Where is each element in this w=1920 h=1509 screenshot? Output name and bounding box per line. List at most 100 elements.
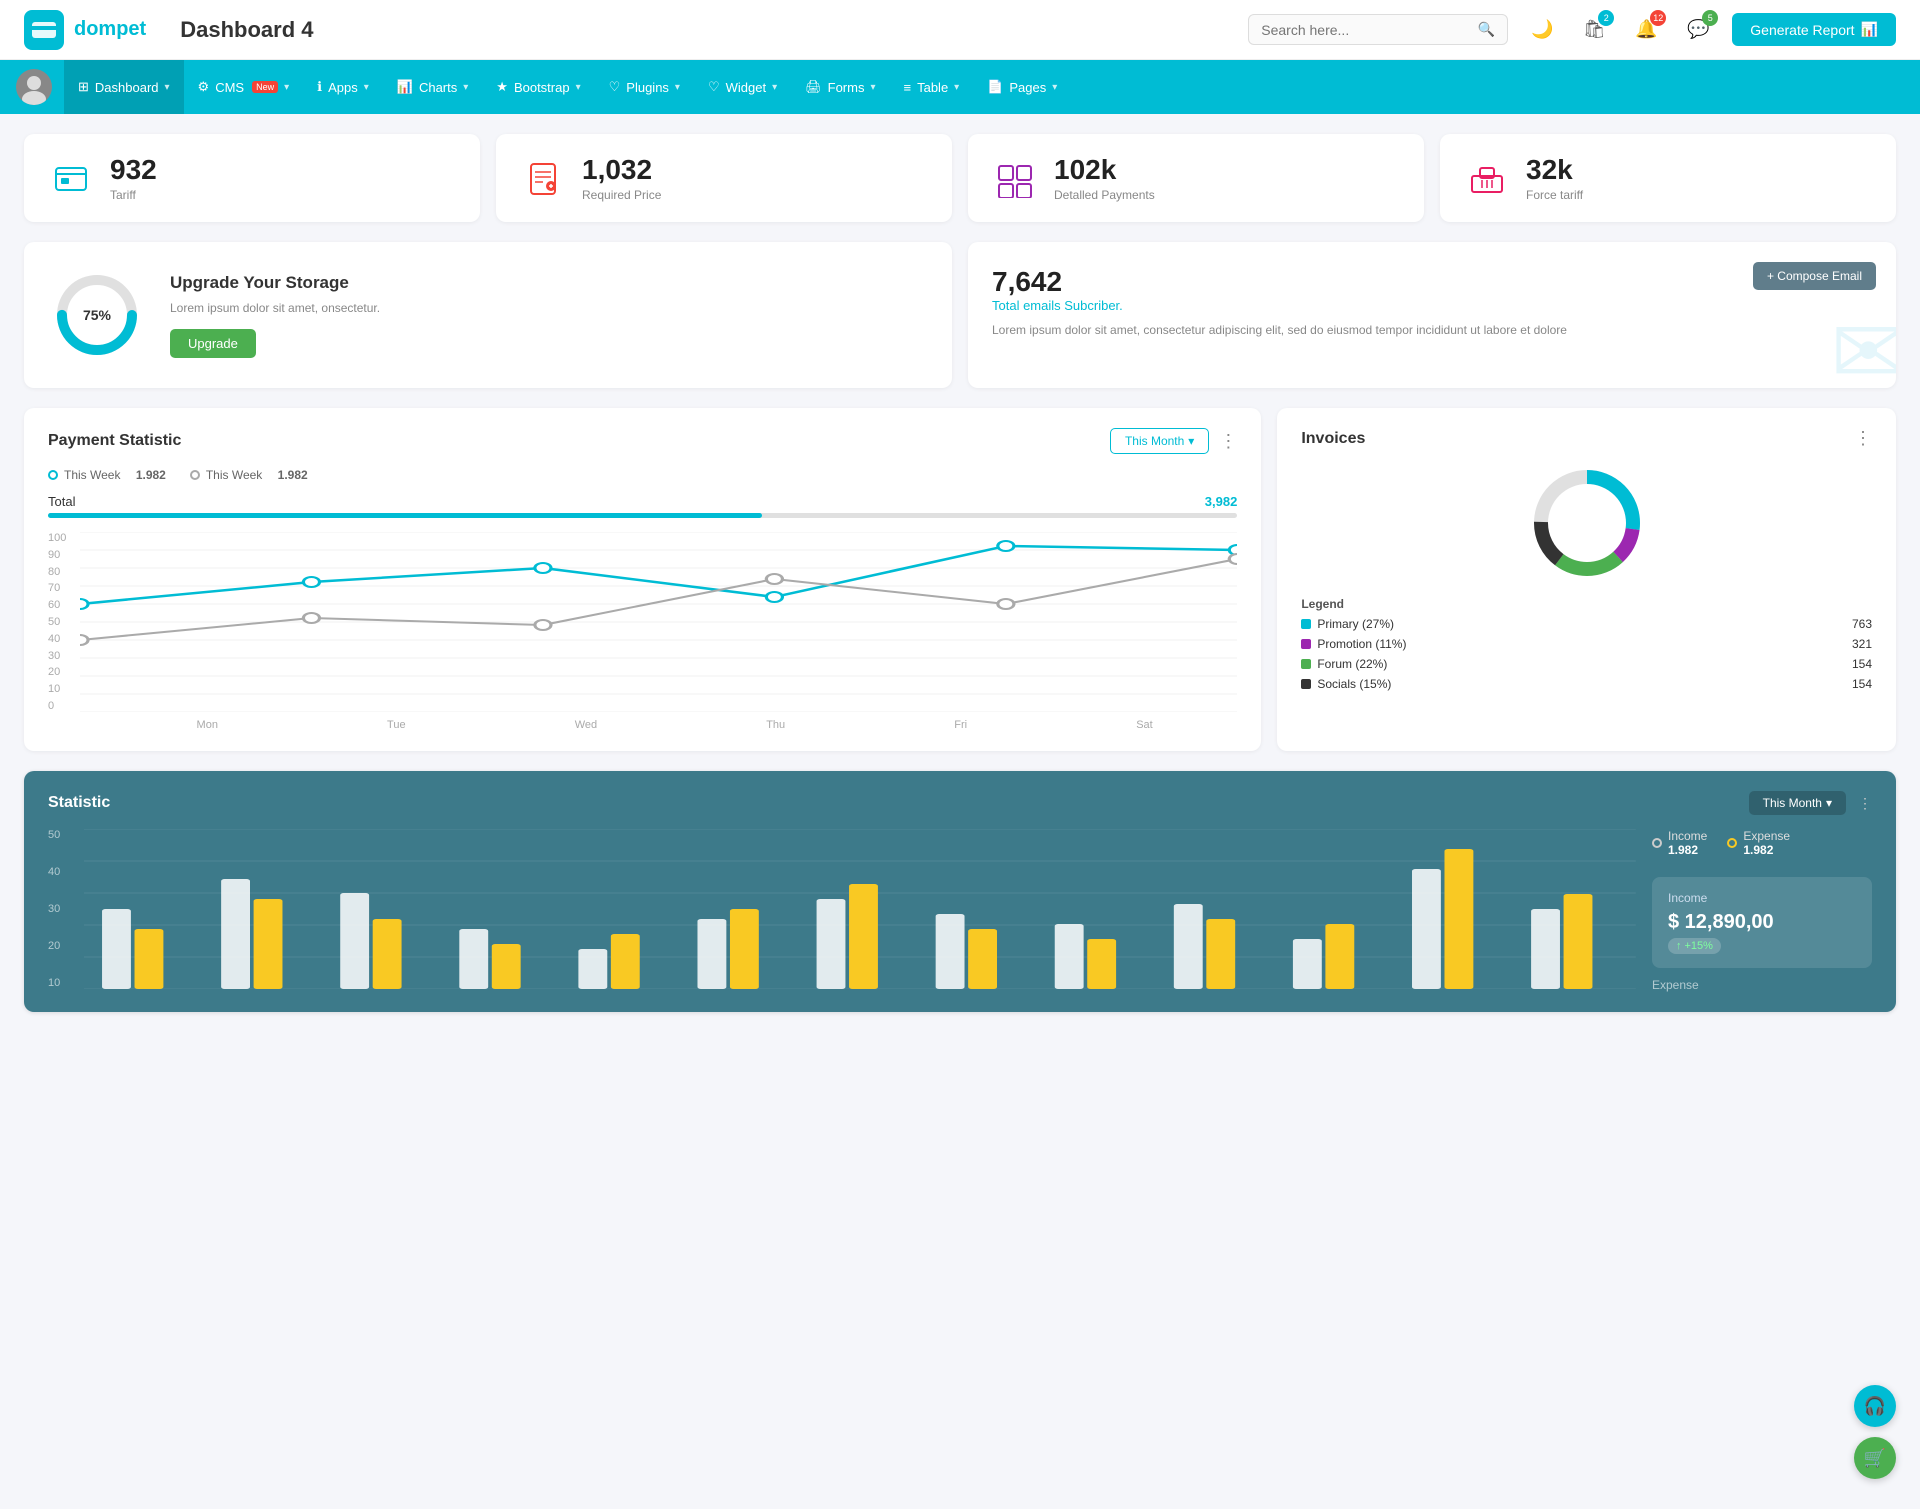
- this-month-filter-button[interactable]: This Month ▾: [1110, 428, 1209, 454]
- nav-item-charts[interactable]: 📊 Charts ▾: [383, 60, 483, 114]
- email-card: + Compose Email 7,642 Total emails Subcr…: [968, 242, 1896, 388]
- nav-item-pages[interactable]: 📄 Pages ▾: [973, 60, 1071, 114]
- new-badge: New: [252, 81, 278, 93]
- more-options-icon[interactable]: ⋮: [1219, 431, 1237, 452]
- chevron-down-icon-plugins: ▾: [675, 82, 680, 93]
- y-label-20: 20: [48, 666, 66, 678]
- statistic-more-icon[interactable]: ⋮: [1858, 795, 1872, 812]
- middle-row: 75% Upgrade Your Storage Lorem ipsum dol…: [24, 242, 1896, 388]
- nav-item-cms[interactable]: ⚙ CMS New ▾: [184, 60, 304, 114]
- fab-area: 🎧 🛒: [1854, 1385, 1896, 1479]
- nav-item-bootstrap[interactable]: ★ Bootstrap ▾: [482, 60, 594, 114]
- invoice-more-icon[interactable]: ⋮: [1854, 428, 1872, 449]
- y-30: 30: [48, 903, 60, 915]
- legend-row-socials: Socials (15%) 154: [1301, 677, 1872, 691]
- top-header: dompet Dashboard 4 🔍 🌙 🛍 2 🔔 12 💬 5 Gene…: [0, 0, 1920, 60]
- chevron-down-icon-charts: ▾: [463, 82, 468, 93]
- stat-card-tariff: 932 Tariff: [24, 134, 480, 222]
- socials-color-sq: [1301, 679, 1311, 689]
- storage-info: Upgrade Your Storage Lorem ipsum dolor s…: [170, 273, 380, 358]
- nav-label-apps: Apps: [328, 80, 358, 95]
- y-label-10: 10: [48, 683, 66, 695]
- price-num: 1,032: [582, 154, 661, 186]
- legend-dot-teal: [48, 470, 58, 480]
- statistic-header: Statistic This Month ▾ ⋮: [48, 791, 1872, 815]
- socials-value: 154: [1852, 677, 1872, 691]
- invoice-donut-svg: [1527, 463, 1647, 583]
- x-axis: Mon Tue Wed Thu Fri Sat: [80, 719, 1237, 731]
- compose-email-button[interactable]: + Compose Email: [1753, 262, 1876, 290]
- forms-icon: 🖨: [805, 79, 822, 95]
- search-input[interactable]: [1261, 22, 1470, 38]
- nav-label-dashboard: Dashboard: [95, 80, 159, 95]
- promotion-value: 321: [1852, 637, 1872, 651]
- bell-badge: 12: [1650, 10, 1666, 26]
- apps-icon: ℹ: [317, 79, 322, 95]
- nav-item-widget[interactable]: ♡ Widget ▾: [694, 60, 791, 114]
- y-label-100: 100: [48, 532, 66, 544]
- upgrade-button[interactable]: Upgrade: [170, 329, 256, 358]
- bell-icon-btn[interactable]: 🔔 12: [1628, 12, 1664, 48]
- expense-legend-dot: [1727, 838, 1737, 848]
- invoice-legend: Legend Primary (27%) 763 Promotion (11%)…: [1301, 597, 1872, 691]
- nav-label-forms: Forms: [828, 80, 865, 95]
- moon-icon-btn[interactable]: 🌙: [1524, 12, 1560, 48]
- nav-item-table[interactable]: ≡ Table ▾: [890, 60, 974, 114]
- arrow-up-icon: ↑: [1676, 940, 1682, 952]
- invoice-header: Invoices ⋮: [1301, 428, 1872, 449]
- storage-title: Upgrade Your Storage: [170, 273, 380, 293]
- legend-value-1: 1.982: [278, 468, 308, 482]
- shop-icon-btn[interactable]: 🛍 2: [1576, 12, 1612, 48]
- income-legend-value: 1.982: [1668, 843, 1707, 857]
- y-label-80: 80: [48, 566, 66, 578]
- statistic-section: Statistic This Month ▾ ⋮ 50 40 30 20 10: [24, 771, 1896, 1012]
- legend-row-forum: Forum (22%) 154: [1301, 657, 1872, 671]
- invoice-card: Invoices ⋮ Legend: [1277, 408, 1896, 751]
- chat-icon-btn[interactable]: 💬 5: [1680, 12, 1716, 48]
- force-icon: [1464, 155, 1510, 201]
- filter-label: This Month: [1125, 434, 1184, 448]
- stat-card-price: 1,032 Required Price: [496, 134, 952, 222]
- forum-color-sq: [1301, 659, 1311, 669]
- nav-label-bootstrap: Bootstrap: [514, 80, 570, 95]
- search-box[interactable]: 🔍: [1248, 14, 1508, 45]
- nav-item-forms[interactable]: 🖨 Forms ▾: [791, 60, 889, 114]
- nav-label-plugins: Plugins: [626, 80, 669, 95]
- fab-cart-button[interactable]: 🛒: [1854, 1437, 1896, 1479]
- legend-item-0: This Week 1.982: [48, 468, 166, 482]
- legend-row-primary: Primary (27%) 763: [1301, 617, 1872, 631]
- socials-label: Socials (15%): [1317, 677, 1391, 691]
- statistic-title: Statistic: [48, 794, 110, 812]
- table-icon: ≡: [904, 80, 912, 95]
- total-value: 3,982: [1205, 494, 1238, 509]
- income-box-value: $ 12,890,00: [1668, 911, 1856, 934]
- statistic-month-filter-button[interactable]: This Month ▾: [1749, 791, 1846, 815]
- statistic-filter-label: This Month: [1763, 796, 1822, 810]
- nav-item-plugins[interactable]: ♡ Plugins ▾: [595, 60, 694, 114]
- legend-dot-gray: [190, 470, 200, 480]
- generate-report-label: Generate Report: [1750, 22, 1854, 38]
- y-label-60: 60: [48, 599, 66, 611]
- fab-chat-button[interactable]: 🎧: [1854, 1385, 1896, 1427]
- nav-bar: ⊞ Dashboard ▾ ⚙ CMS New ▾ ℹ Apps ▾ 📊 Cha…: [0, 60, 1920, 114]
- line-chart-svg: [80, 532, 1237, 712]
- page-title: Dashboard 4: [180, 17, 313, 43]
- generate-report-button[interactable]: Generate Report 📊: [1732, 13, 1896, 46]
- nav-item-apps[interactable]: ℹ Apps ▾: [303, 60, 383, 114]
- legend-item-1: This Week 1.982: [190, 468, 308, 482]
- nav-item-dashboard[interactable]: ⊞ Dashboard ▾: [64, 60, 184, 114]
- moon-icon: 🌙: [1531, 19, 1553, 40]
- income-legend-item: Income 1.982: [1652, 829, 1707, 857]
- legend-label-0: This Week: [64, 468, 120, 482]
- expense-legend-value: 1.982: [1743, 843, 1790, 857]
- nav-label-widget: Widget: [726, 80, 766, 95]
- payment-title: Payment Statistic: [48, 432, 181, 450]
- chevron-down-icon: ▾: [1188, 434, 1194, 448]
- bootstrap-icon: ★: [496, 79, 508, 95]
- storage-donut: 75%: [52, 270, 142, 360]
- email-bg-icon: ✉: [1831, 308, 1896, 388]
- y-label-40: 40: [48, 633, 66, 645]
- app-name: dompet: [74, 18, 146, 41]
- cms-icon: ⚙: [198, 79, 210, 95]
- total-progress-bar: [48, 513, 1237, 518]
